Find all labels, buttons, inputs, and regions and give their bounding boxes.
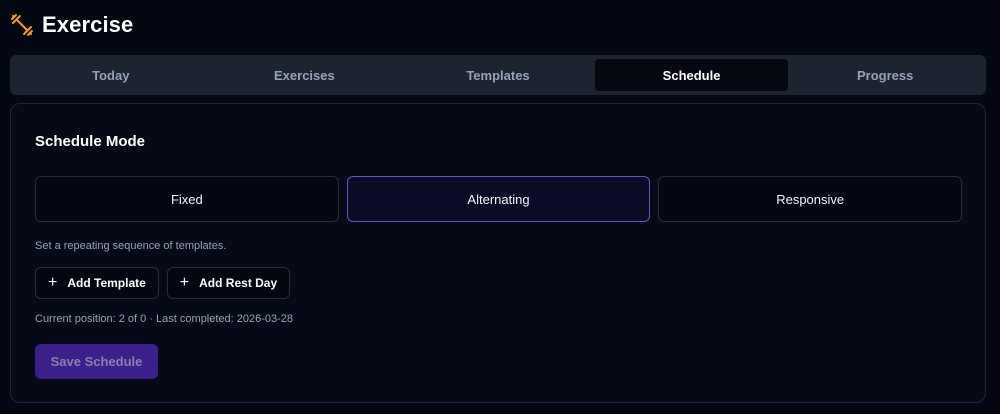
- mode-description: Set a repeating sequence of templates.: [35, 240, 227, 252]
- add-template-button[interactable]: + Add Template: [35, 267, 159, 299]
- mode-fixed-button[interactable]: Fixed: [35, 176, 339, 222]
- mode-alternating-button[interactable]: Alternating: [346, 176, 651, 222]
- plus-icon: +: [179, 274, 190, 291]
- tab-progress[interactable]: Progress: [788, 59, 982, 91]
- tab-templates[interactable]: Templates: [401, 59, 595, 91]
- app-title: Exercise: [42, 12, 134, 37]
- add-rest-day-button[interactable]: + Add Rest Day: [166, 267, 291, 299]
- tab-today[interactable]: Today: [14, 59, 208, 91]
- schedule-mode-heading: Schedule Mode: [35, 133, 146, 150]
- tab-exercises[interactable]: Exercises: [208, 59, 402, 91]
- mode-responsive-button[interactable]: Responsive: [658, 176, 963, 222]
- tab-bar: Today Exercises Templates Schedule Progr…: [10, 55, 986, 95]
- schedule-mode-selector: Fixed Alternating Responsive: [35, 176, 963, 222]
- app-window: Exercise Today Exercises Templates Sched…: [0, 0, 1000, 414]
- add-template-label: Add Template: [67, 276, 146, 290]
- save-schedule-button[interactable]: Save Schedule: [35, 344, 158, 379]
- schedule-card: Schedule Mode Fixed Alternating Responsi…: [10, 103, 986, 403]
- tab-schedule[interactable]: Schedule: [594, 59, 789, 91]
- add-rest-day-label: Add Rest Day: [199, 276, 278, 290]
- app-header: Exercise: [10, 10, 133, 40]
- plus-icon: +: [48, 274, 58, 291]
- schedule-status: Current position: 2 of 0 · Last complete…: [35, 313, 294, 325]
- schedule-actions: + Add Template + Add Rest Day: [35, 267, 291, 299]
- dumbbell-icon: [10, 13, 34, 37]
